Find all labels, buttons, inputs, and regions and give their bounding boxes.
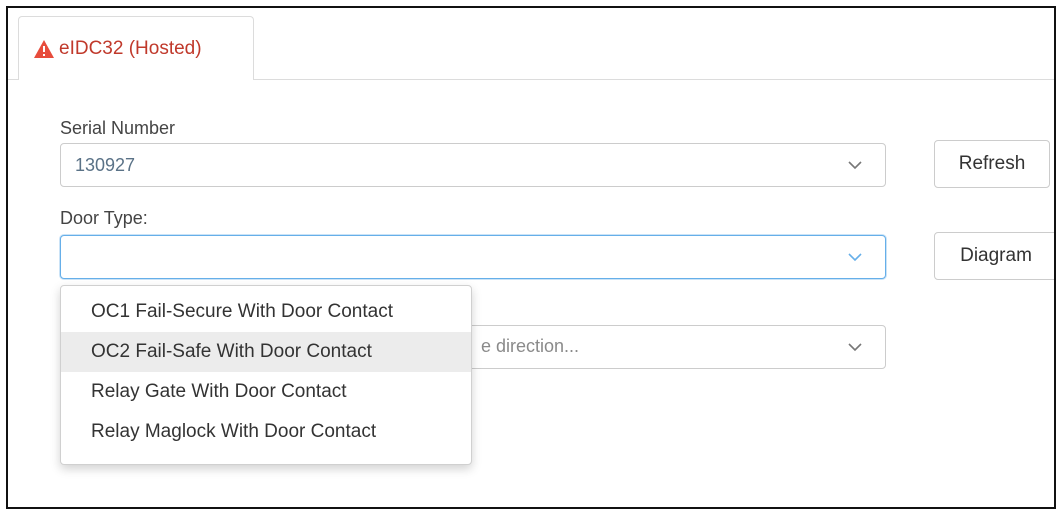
serial-number-value: 130927 <box>75 154 136 175</box>
dropdown-option[interactable]: Relay Maglock With Door Contact <box>61 412 471 452</box>
serial-number-select[interactable]: 130927 <box>60 143 886 187</box>
chevron-down-icon <box>848 253 862 262</box>
dropdown-option[interactable]: Relay Gate With Door Contact <box>61 372 471 412</box>
tab-label: eIDC32 (Hosted) <box>59 37 202 59</box>
serial-number-label: Serial Number <box>60 118 176 138</box>
chevron-down-icon <box>848 343 862 352</box>
direction-placeholder: e direction... <box>481 336 580 356</box>
dropdown-option[interactable]: OC2 Fail-Safe With Door Contact <box>61 332 471 372</box>
door-type-dropdown: OC1 Fail-Secure With Door Contact OC2 Fa… <box>60 285 472 465</box>
diagram-button[interactable]: Diagram <box>934 232 1054 280</box>
chevron-down-icon <box>848 161 862 170</box>
tab-eidc32-hosted[interactable]: eIDC32 (Hosted) <box>18 16 254 80</box>
door-type-select[interactable] <box>60 235 886 279</box>
warning-icon <box>33 39 55 59</box>
refresh-button[interactable]: Refresh <box>934 140 1050 188</box>
app-panel: eIDC32 (Hosted) Serial Number 130927 Ref… <box>6 6 1056 509</box>
dropdown-option[interactable]: OC1 Fail-Secure With Door Contact <box>61 292 471 332</box>
door-type-label: Door Type: <box>60 208 148 228</box>
